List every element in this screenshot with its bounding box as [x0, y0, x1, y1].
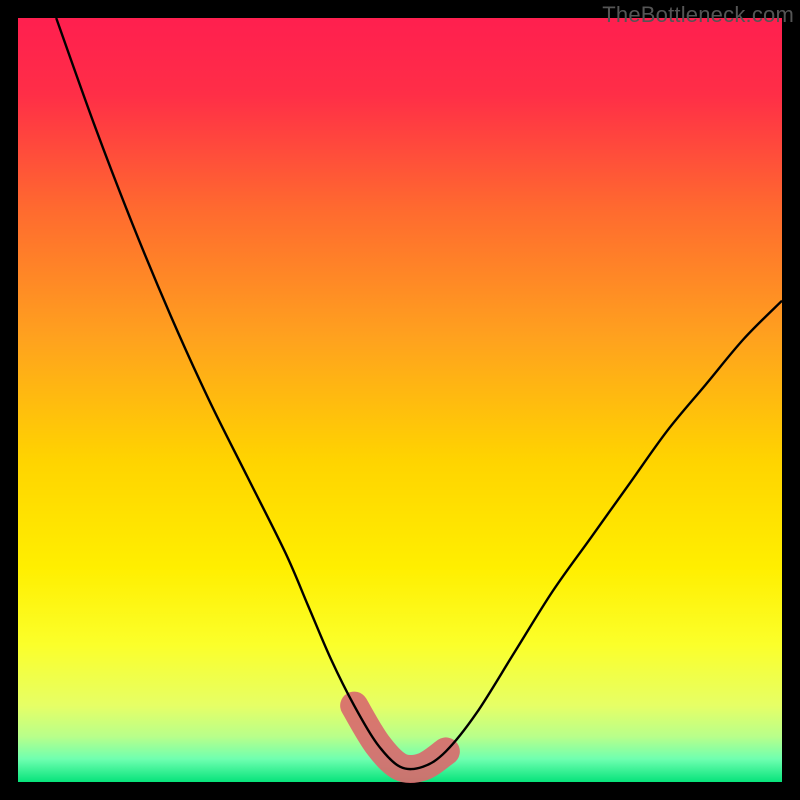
bottleneck-curve — [56, 18, 782, 769]
plot-area — [18, 18, 782, 782]
curve-layer — [18, 18, 782, 782]
chart-frame — [18, 18, 782, 782]
near-zero-band — [354, 706, 446, 770]
watermark-text: TheBottleneck.com — [602, 2, 794, 28]
